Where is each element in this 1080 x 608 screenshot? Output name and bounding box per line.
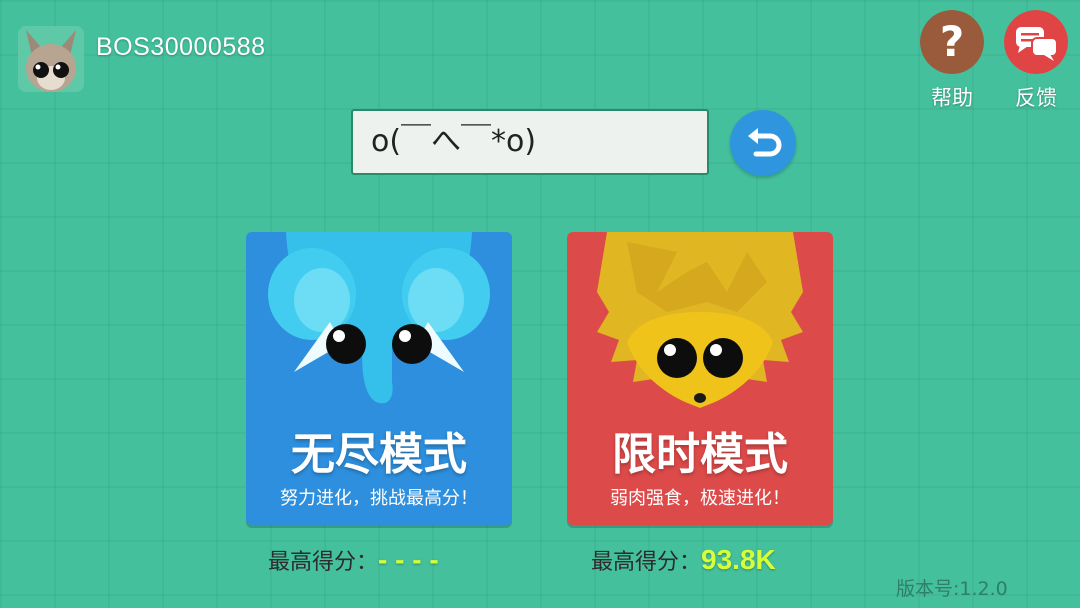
timed-mode-subtitle: 弱肉强食，极速进化！ [610,488,790,509]
flying-squirrel-avatar-icon [26,30,76,92]
high-score-value: 93.8K [701,544,776,575]
endless-mode-card[interactable]: 无尽模式 努力进化，挑战最高分！ [246,232,512,525]
high-score-label: 最高得分： [591,550,702,575]
nickname-input[interactable]: o(￣へ￣*o) [351,109,709,175]
version-label: 版本号:1.2.0 [896,578,1008,600]
player-name: BOS30000588 [96,33,266,61]
endless-mode-title: 无尽模式 [291,429,467,480]
endless-mode-subtitle: 努力进化，挑战最高分！ [280,488,478,509]
high-score-label: 最高得分： [268,550,379,575]
svg-text:?: ? [940,17,964,66]
undo-arrow-icon [748,128,782,157]
player-avatar[interactable] [18,26,84,92]
feedback-button[interactable]: 反馈 [1002,10,1070,112]
timed-high-score: 最高得分：93.8K [591,544,776,576]
reset-name-button[interactable] [730,110,796,176]
help-label: 帮助 [931,86,973,110]
help-button[interactable]: ? 帮助 [918,10,986,112]
endless-high-score: 最高得分：- - - - [268,544,439,576]
feedback-label: 反馈 [1015,86,1057,110]
high-score-value: - - - - [378,544,439,575]
timed-mode-title: 限时模式 [612,429,788,480]
chat-bubbles-icon [1004,10,1068,74]
question-mark-icon: ? [920,10,984,74]
timed-mode-card[interactable]: 限时模式 弱肉强食，极速进化！ [567,232,833,525]
